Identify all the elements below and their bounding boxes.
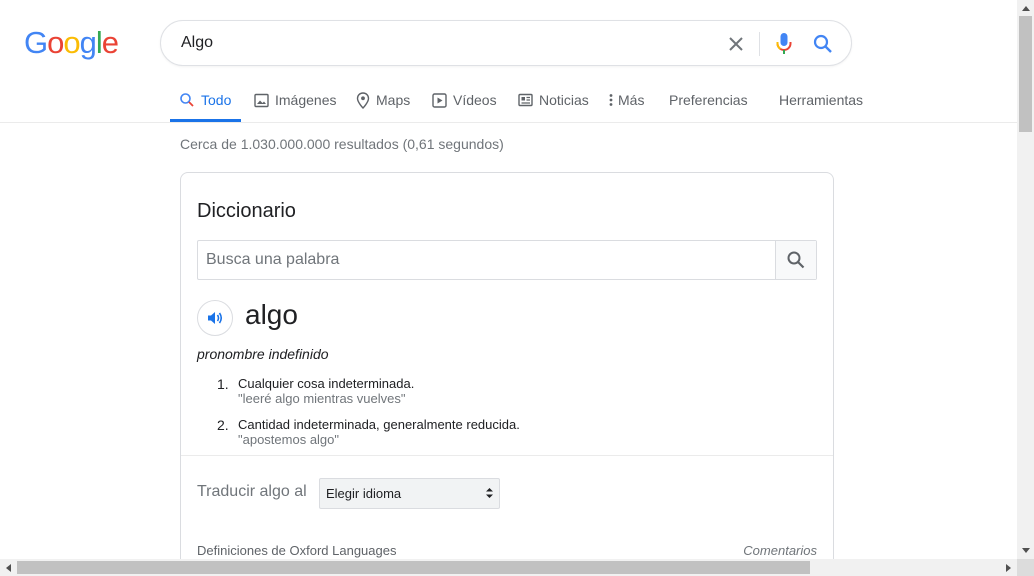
- logo-letter: o: [47, 25, 64, 60]
- tab-label: Herramientas: [779, 92, 864, 108]
- result-stats: Cerca de 1.030.000.000 resultados (0,61 …: [180, 136, 504, 152]
- tab-imagenes[interactable]: Imágenes: [254, 78, 336, 122]
- search-results-page: Google Todo: [0, 0, 1034, 576]
- part-of-speech: pronombre indefinido: [197, 346, 329, 362]
- clear-search-button[interactable]: [724, 32, 748, 56]
- arrow-up-icon: [1021, 6, 1030, 11]
- tab-noticias[interactable]: Noticias: [518, 78, 589, 122]
- definition-text: Cualquier cosa indeterminada.: [238, 376, 415, 391]
- definition-list: 1. Cualquier cosa indeterminada. "leeré …: [217, 376, 777, 458]
- horizontal-scrollbar[interactable]: [0, 559, 1017, 576]
- voice-search-button[interactable]: [772, 31, 796, 57]
- tab-label: Imágenes: [275, 92, 337, 108]
- definition-text: Cantidad indeterminada, generalmente red…: [238, 417, 520, 432]
- dictionary-title: Diccionario: [197, 200, 296, 222]
- microphone-icon: [776, 33, 792, 54]
- tab-mas[interactable]: Más: [608, 78, 644, 122]
- tab-label: Más: [618, 92, 645, 108]
- search-icon: [787, 251, 805, 269]
- vertical-scroll-thumb[interactable]: [1019, 16, 1032, 132]
- vertical-scrollbar[interactable]: [1017, 0, 1034, 559]
- dictionary-source[interactable]: Definiciones de Oxford Languages: [197, 543, 396, 558]
- comments-link[interactable]: Comentarios: [743, 543, 817, 558]
- scroll-left-button[interactable]: [0, 559, 17, 576]
- definition-item: 2. Cantidad indeterminada, generalmente …: [217, 417, 777, 447]
- tab-herramientas[interactable]: Herramientas: [779, 78, 863, 122]
- logo-letter: g: [79, 25, 97, 60]
- translate-label: Traducir algo al: [197, 483, 307, 500]
- scroll-up-button[interactable]: [1017, 0, 1034, 17]
- tab-todo[interactable]: Todo: [179, 78, 231, 122]
- dictionary-search-button[interactable]: [775, 241, 816, 279]
- tab-maps[interactable]: Maps: [356, 78, 410, 122]
- dictionary-card: Diccionario algo pronombre indefinido 1.…: [180, 172, 834, 572]
- tab-label: Noticias: [539, 92, 589, 108]
- google-logo[interactable]: Google: [24, 25, 119, 61]
- dictionary-search-input[interactable]: [206, 251, 766, 269]
- definition-number: 1.: [217, 376, 229, 392]
- tab-label: Maps: [376, 92, 411, 108]
- tab-label: Todo: [201, 92, 232, 108]
- map-pin-icon: [356, 91, 370, 109]
- search-divider: [759, 32, 760, 56]
- search-box: [160, 20, 852, 66]
- select-arrows-icon: [486, 488, 493, 498]
- arrow-right-icon: [1006, 563, 1011, 572]
- card-divider: [181, 455, 833, 456]
- definition-example: "leeré algo mientras vuelves": [238, 391, 406, 406]
- logo-letter: e: [101, 25, 119, 60]
- pronunciation-button[interactable]: [197, 300, 233, 336]
- image-icon: [254, 93, 269, 107]
- play-icon: [432, 92, 447, 108]
- definition-item: 1. Cualquier cosa indeterminada. "leeré …: [217, 376, 777, 406]
- speaker-icon: [208, 312, 223, 324]
- horizontal-scroll-thumb[interactable]: [17, 561, 810, 574]
- tab-label: Preferencias: [669, 92, 748, 108]
- search-submit-button[interactable]: [811, 32, 835, 56]
- language-select[interactable]: Elegir idioma: [319, 478, 500, 509]
- scroll-right-button[interactable]: [1000, 559, 1017, 576]
- more-vert-icon: [609, 94, 613, 106]
- search-icon: [813, 34, 832, 53]
- header-divider: [0, 122, 1017, 123]
- close-icon: [729, 37, 743, 51]
- arrow-left-icon: [6, 563, 11, 572]
- arrow-down-icon: [1021, 548, 1030, 553]
- definition-number: 2.: [217, 417, 229, 433]
- news-icon: [518, 93, 533, 107]
- tab-label: Vídeos: [453, 92, 497, 108]
- tab-preferencias[interactable]: Preferencias: [669, 78, 748, 122]
- tab-videos[interactable]: Vídeos: [432, 78, 497, 122]
- scrollbar-corner: [1017, 559, 1034, 576]
- dictionary-search: [197, 240, 817, 280]
- search-input[interactable]: [181, 34, 681, 52]
- language-select-value: Elegir idioma: [326, 486, 402, 501]
- headword: algo: [245, 299, 298, 330]
- logo-letter: G: [24, 25, 48, 60]
- scroll-down-button[interactable]: [1017, 542, 1034, 559]
- search-icon: [180, 93, 194, 107]
- definition-example: "apostemos algo": [238, 432, 340, 447]
- logo-letter: o: [63, 25, 80, 60]
